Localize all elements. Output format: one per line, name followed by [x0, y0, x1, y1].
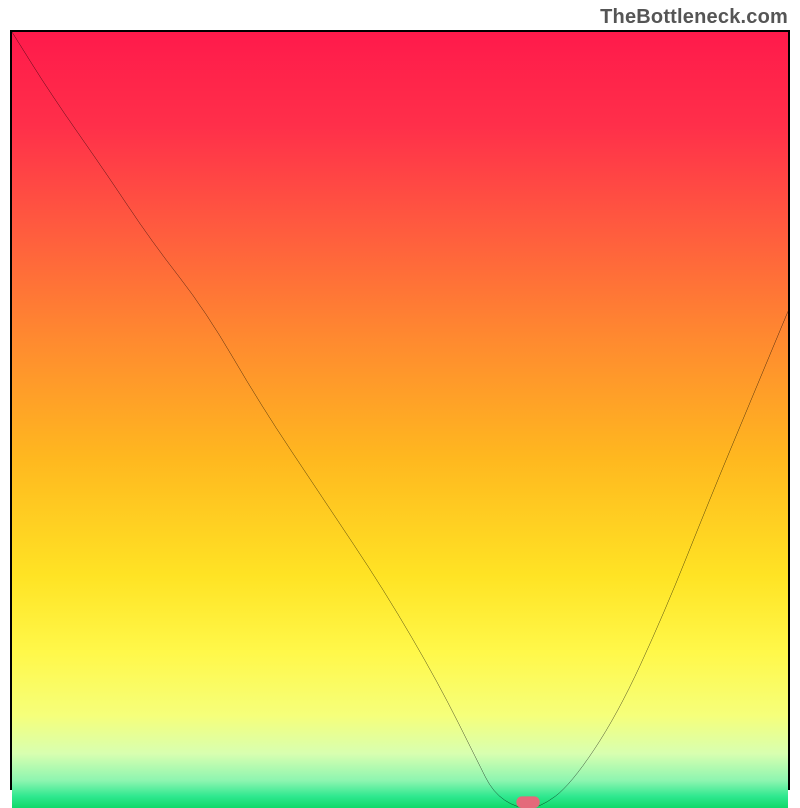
bottleneck-curve-path — [12, 32, 788, 808]
optimal-marker — [516, 796, 539, 808]
watermark-text: TheBottleneck.com — [600, 6, 788, 29]
chart-curve-layer — [12, 32, 788, 808]
chart-frame — [10, 30, 790, 790]
